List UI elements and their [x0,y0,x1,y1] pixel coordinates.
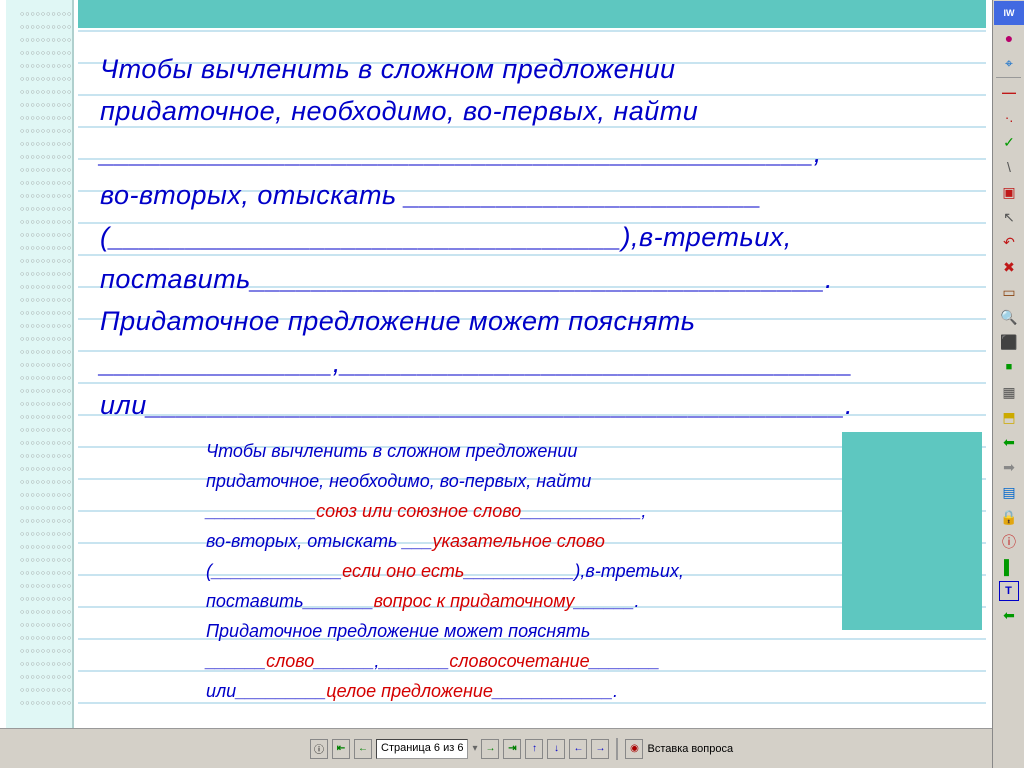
stamp-tool-icon[interactable]: ▭ [994,280,1024,304]
text-line: во-вторых, отыскать ____________________… [100,174,960,216]
main-exercise-text: Чтобы вычленить в сложном предложении пр… [100,48,960,426]
answer-text: целое предложение [326,681,493,701]
square-tool-icon[interactable]: ■ [994,355,1024,379]
dotted-tool-icon[interactable]: ·. [994,105,1024,129]
answer-line: придаточное, необходимо, во-первых, найт… [206,466,846,496]
iw-tool-icon[interactable]: IW [994,1,1024,25]
toolbar-separator [996,77,1021,78]
notebook-binding: ○○○○○○○○○○○○○○○○○○○○○○○○○○○○○○○○○○○○○○○○… [6,0,74,728]
line-tool-icon[interactable]: — [994,80,1024,104]
camera-tool-icon[interactable]: ⬛ [994,330,1024,354]
text-line: (_________________________________),в-тр… [100,216,960,258]
text-line: придаточное, необходимо, во-первых, найт… [100,90,960,132]
status-bar: ⓘ ⇤ ← Страница 6 из 6 ▾ → ⇥ ↑ ↓ ← → ◉ Вс… [0,728,992,768]
zoom-tool-icon[interactable]: 🔍 [994,305,1024,329]
answer-text: если оно есть [342,561,464,581]
answer-line: поставить_______вопрос к придаточному___… [206,586,846,616]
answer-block: Чтобы вычленить в сложном предложении пр… [206,436,846,706]
answer-text: вопрос к придаточному [374,591,575,611]
answer-text: указательное слово [433,531,605,551]
insert-question-label[interactable]: Вставка вопроса [647,743,733,755]
forward-tool-icon[interactable]: ➡ [994,455,1024,479]
dot-tool-icon[interactable]: ● [994,26,1024,50]
main-area: ○○○○○○○○○○○○○○○○○○○○○○○○○○○○○○○○○○○○○○○○… [0,0,992,728]
binding-holes: ○○○○○○○○○○○○○○○○○○○○○○○○○○○○○○○○○○○○○○○○… [20,8,72,710]
answer-line: или_________целое предложение___________… [206,676,846,706]
cursor-tool-icon[interactable]: ⌖ [994,51,1024,75]
nav-up-button[interactable]: ↑ [525,739,543,759]
check-tool-icon[interactable]: ✓ [994,130,1024,154]
pencil-tool-icon[interactable]: \ [994,155,1024,179]
delete-tool-icon[interactable]: ✖ [994,255,1024,279]
text-tool-icon[interactable]: T [999,581,1019,601]
next-page-button[interactable]: → [481,739,499,759]
arrow-tool-icon[interactable]: ↖ [994,205,1024,229]
undo-tool-icon[interactable]: ↶ [994,230,1024,254]
teal-square [842,432,982,630]
nav-right-button[interactable]: → [591,739,609,759]
highlight-tool-icon[interactable]: ▣ [994,180,1024,204]
answer-line: ______слово______,_______словосочетание_… [206,646,846,676]
info-button[interactable]: ⓘ [310,739,328,759]
page-indicator[interactable]: Страница 6 из 6 [376,739,468,759]
answer-text: союз или союзное слово [316,501,521,521]
text-line: _______________,________________________… [100,342,960,384]
dropdown-icon[interactable]: ▾ [472,743,477,754]
answer-line: ___________союз или союзное слово_______… [206,496,846,526]
prev-page-button[interactable]: ← [354,739,372,759]
text-line: ________________________________________… [100,132,960,174]
first-page-button[interactable]: ⇤ [332,739,350,759]
text-line: Придаточное предложение может пояснять [100,300,960,342]
text-line: поставить_______________________________… [100,258,960,300]
grid-tool-icon[interactable]: ▦ [994,380,1024,404]
answer-text: словосочетание [449,651,589,671]
return-tool-icon[interactable]: ⬅ [994,603,1024,627]
answer-line: Чтобы вычленить в сложном предложении [206,436,846,466]
last-page-button[interactable]: ⇥ [503,739,521,759]
answer-text: слово [266,651,314,671]
header-strip [78,0,986,28]
color-tool-icon[interactable]: ⬒ [994,405,1024,429]
answer-line: во-вторых, отыскать ___указательное слов… [206,526,846,556]
bar-tool-icon[interactable]: ▌ [994,555,1024,579]
back-tool-icon[interactable]: ⬅ [994,430,1024,454]
table-tool-icon[interactable]: ▤ [994,480,1024,504]
text-line: Чтобы вычленить в сложном предложении [100,48,960,90]
lock-tool-icon[interactable]: 🔒 [994,505,1024,529]
answer-line: Придаточное предложение может пояснять [206,616,846,646]
answer-line: (_____________если оно есть___________),… [206,556,846,586]
nav-left-button[interactable]: ← [569,739,587,759]
info-tool-icon[interactable]: ⓘ [994,530,1024,554]
nav-down-button[interactable]: ↓ [547,739,565,759]
text-line: или_____________________________________… [100,384,960,426]
separator [616,738,618,760]
right-toolbar: IW ● ⌖ — ·. ✓ \ ▣ ↖ ↶ ✖ ▭ 🔍 ⬛ ■ ▦ ⬒ ⬅ ➡ … [992,0,1024,768]
insert-question-icon[interactable]: ◉ [625,739,643,759]
